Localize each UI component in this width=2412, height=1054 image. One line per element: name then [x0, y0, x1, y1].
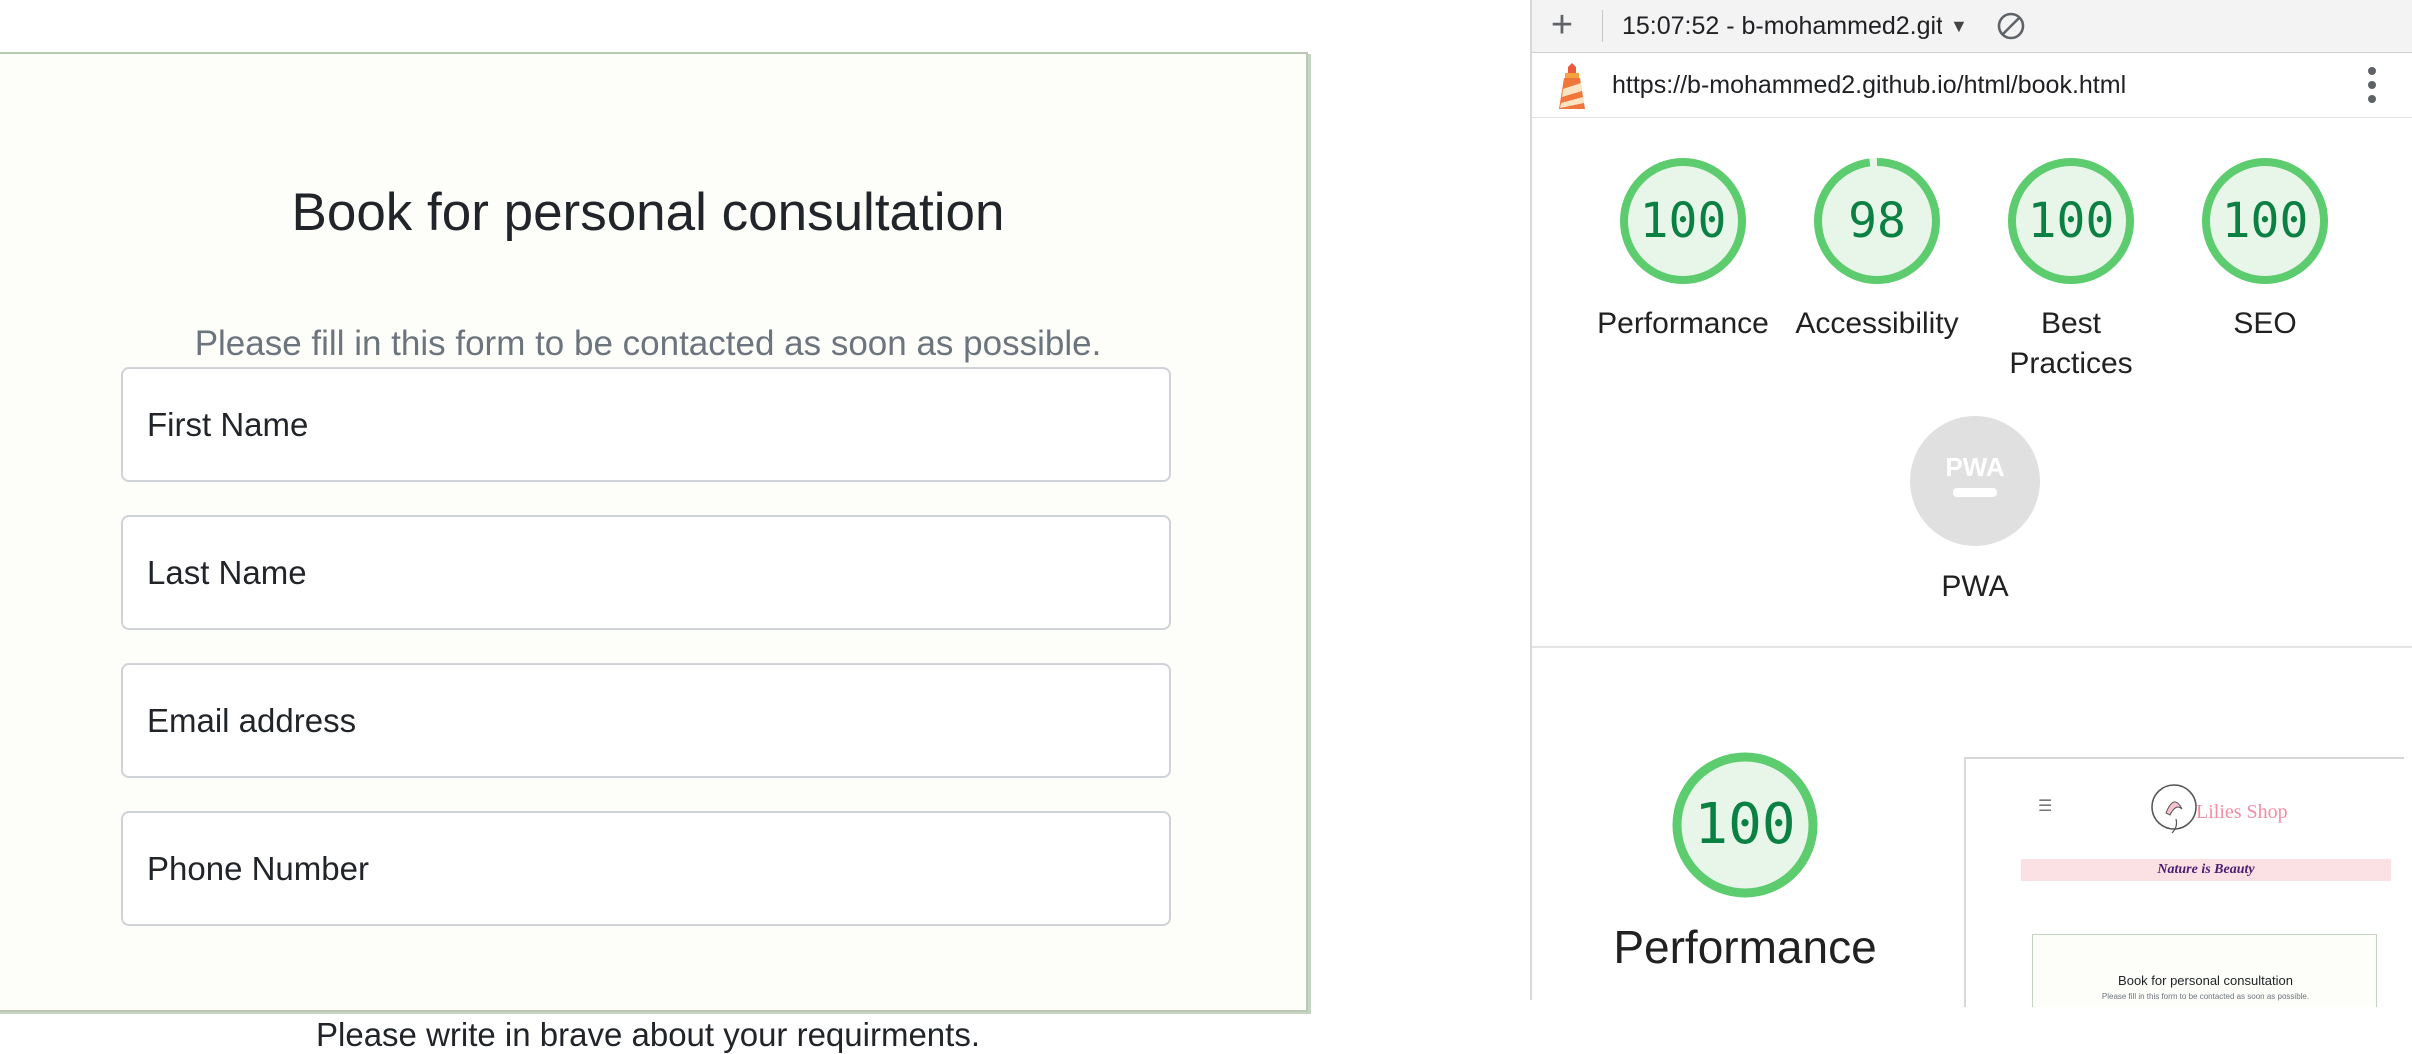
pwa-badge-icon: PWA — [1945, 452, 2005, 497]
page-screenshot-thumbnail[interactable]: ☰ Lilies Shop Nature is Beauty Book for … — [1964, 757, 2404, 1007]
form-title: Book for personal consultation — [291, 183, 1005, 242]
score-value: 100 — [1639, 193, 1727, 249]
score-value: 98 — [1848, 193, 1906, 249]
performance-detail-score: 100 — [1694, 792, 1796, 857]
gauge-ring: 98 — [1812, 156, 1942, 286]
form-subtitle: Please fill in this form to be contacted… — [194, 324, 1102, 363]
gauge-ring: 100 — [2006, 156, 2136, 286]
gauge-performance[interactable]: 100 Performance — [1593, 156, 1773, 344]
score-value: 100 — [2027, 193, 2115, 249]
gauge-seo[interactable]: 100 SEO — [2175, 156, 2355, 344]
first-name-field[interactable] — [121, 367, 1171, 482]
thumbnail-tagline: Nature is Beauty — [2157, 862, 2255, 877]
performance-detail-label: Performance — [1613, 921, 1877, 973]
chevron-down-icon[interactable]: ▼ — [1950, 8, 1974, 44]
more-options-icon[interactable] — [2354, 63, 2390, 107]
clear-icon[interactable] — [1995, 10, 2027, 42]
score-label: Best Practices — [2009, 307, 2133, 380]
thumbnail-form-card: Book for personal consultation Please fi… — [2032, 934, 2377, 1007]
gauge-ring: 100 — [2200, 156, 2330, 286]
audited-url: https://b-mohammed2.github.io/html/book.… — [1612, 71, 2127, 99]
website-page: Book for personal consultation Please fi… — [0, 0, 1530, 1053]
new-report-icon[interactable]: + — [1542, 5, 1582, 45]
score-value: 100 — [2221, 193, 2309, 249]
pwa-label: PWA — [1941, 570, 2009, 603]
report-selector[interactable]: 15:07:52 - b-mohammed2.githu — [1622, 8, 1942, 44]
phone-field[interactable] — [121, 811, 1171, 926]
score-label: Accessibility — [1795, 307, 1959, 340]
performance-detail-gauge: 100 — [1670, 750, 1820, 900]
last-name-field[interactable] — [121, 515, 1171, 630]
toolbar-divider — [1602, 10, 1603, 42]
gauge-ring: 100 — [1618, 156, 1748, 286]
gauge-accessibility[interactable]: 98 Accessibility — [1787, 156, 1967, 344]
lighthouse-toolbar: + 15:07:52 - b-mohammed2.githu ▼ — [1532, 0, 2412, 53]
score-label: Performance — [1597, 307, 1769, 340]
pwa-badge-text: PWA — [1945, 452, 2004, 482]
section-divider — [1532, 646, 2412, 648]
thumbnail-shop-name: Lilies Shop — [2196, 801, 2288, 823]
pwa-badge[interactable]: PWA — [1910, 416, 2040, 546]
thumbnail-title: Book for personal consultation — [2118, 973, 2293, 988]
url-bar: https://b-mohammed2.github.io/html/book.… — [1532, 53, 2412, 118]
menu-icon: ☰ — [2038, 798, 2053, 815]
requirements-note: Please write in brave about your requirm… — [316, 1016, 980, 1053]
score-label: SEO — [2233, 307, 2297, 340]
lighthouse-logo-icon — [1559, 63, 1585, 109]
booking-form-card: Book for personal consultation Please fi… — [0, 52, 1308, 1053]
email-field[interactable] — [121, 663, 1171, 778]
gauge-best-practices[interactable]: 100 Best Practices — [1981, 156, 2161, 384]
